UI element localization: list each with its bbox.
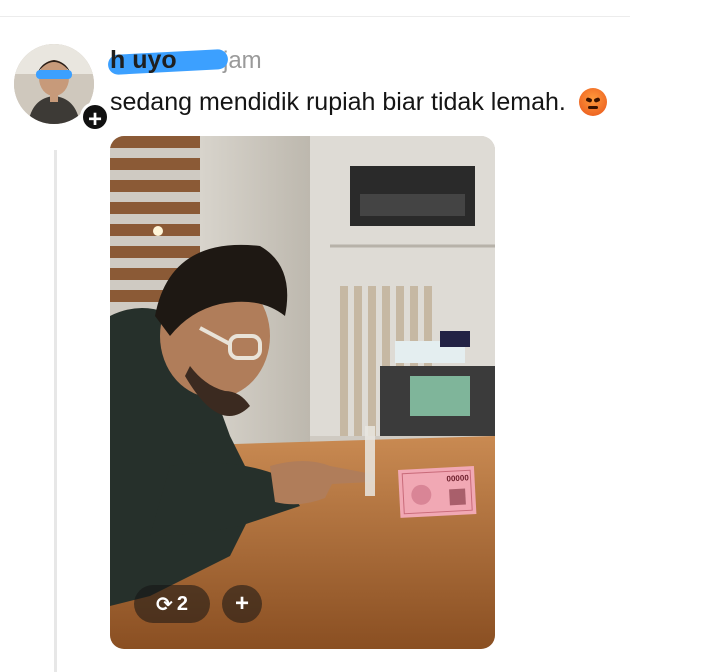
add-button[interactable]: + bbox=[222, 585, 262, 623]
post-body: sedang mendidik rupiah biar tidak lemah. bbox=[110, 88, 607, 117]
post-photo[interactable]: 00000 bbox=[110, 136, 495, 649]
post-header: h uyo 21 jam bbox=[107, 46, 262, 80]
repost-count: 2 bbox=[176, 592, 188, 615]
follow-plus-button[interactable]: + bbox=[80, 102, 110, 133]
angry-face-emoji bbox=[578, 88, 607, 116]
banknote-serial: 00000 bbox=[446, 473, 469, 483]
thread-line bbox=[54, 150, 57, 672]
username[interactable]: h uyo bbox=[107, 46, 229, 76]
avatar-container[interactable]: + bbox=[14, 44, 110, 133]
top-divider bbox=[0, 16, 630, 17]
repost-icon: ⟳ bbox=[156, 593, 173, 616]
post-text: sedang mendidik rupiah biar tidak lemah. bbox=[110, 88, 566, 116]
repost-button[interactable]: ⟳ 2 bbox=[134, 585, 210, 623]
